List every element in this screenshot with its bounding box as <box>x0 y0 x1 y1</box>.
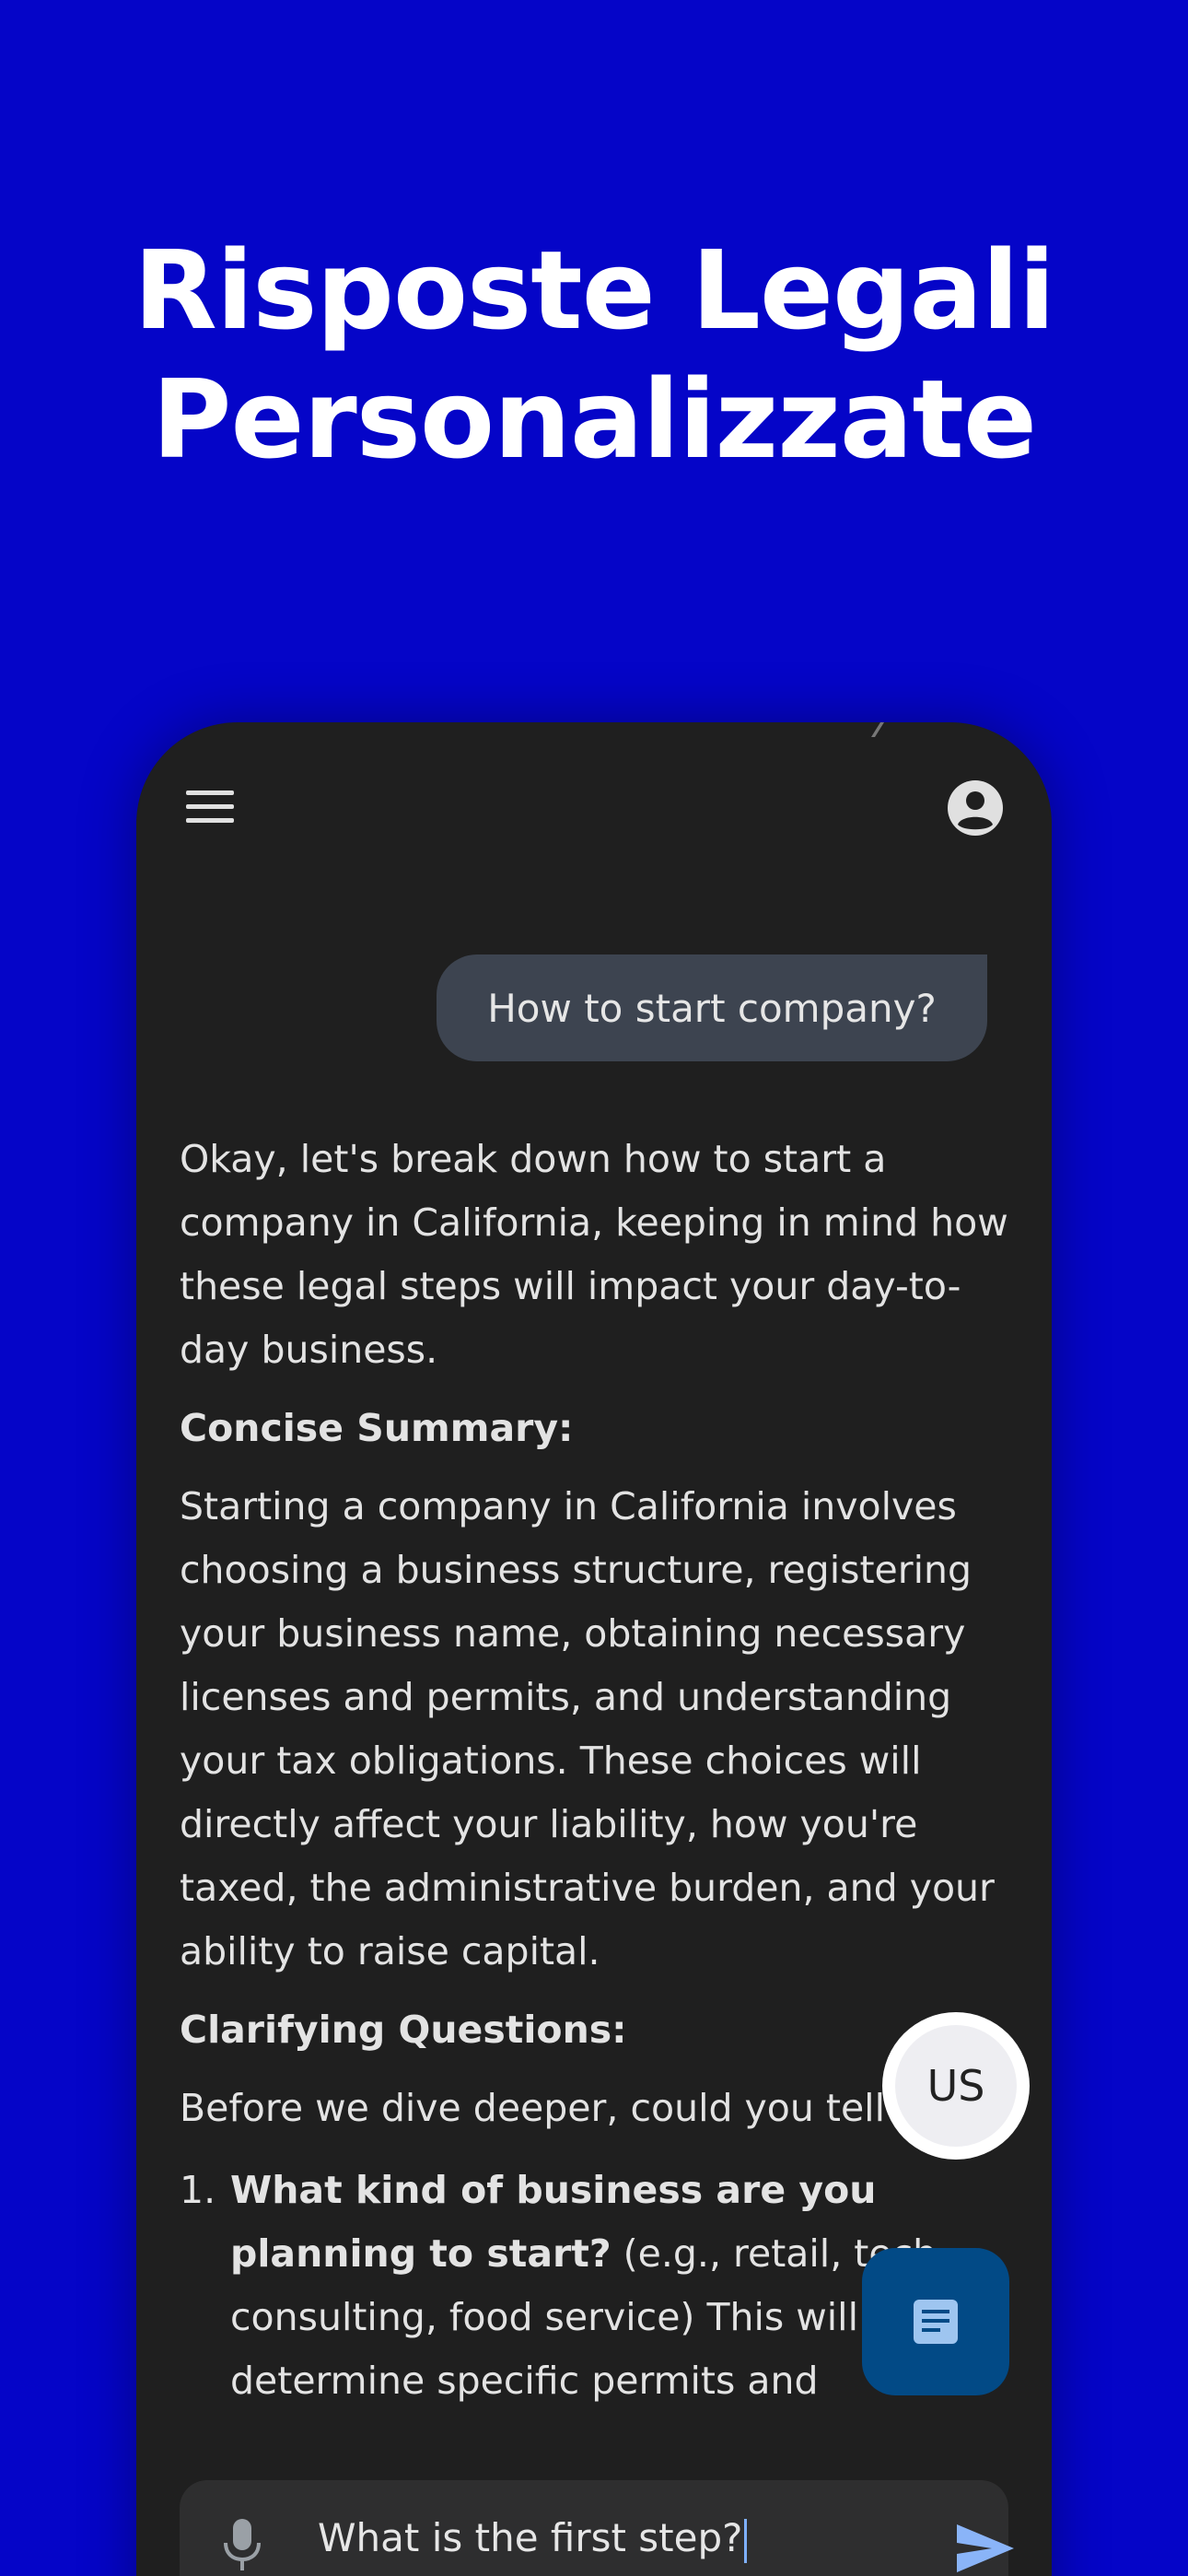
user-message-bubble: How to start company? <box>437 954 987 1061</box>
message-input-bar: What is the first step? <box>180 2480 1014 2576</box>
document-button[interactable] <box>862 2248 1009 2395</box>
menu-icon[interactable] <box>184 787 236 827</box>
summary-text: Starting a company in California involve… <box>180 1484 995 1973</box>
headline-line-1: Risposte Legali <box>133 227 1055 354</box>
mic-icon[interactable] <box>220 2517 264 2572</box>
message-input[interactable]: What is the first step? <box>318 2515 815 2563</box>
assistant-response: Okay, let's break down how to start a co… <box>180 1128 1008 2413</box>
text-caret <box>744 2518 748 2563</box>
send-icon[interactable] <box>955 2523 1016 2574</box>
headline: Risposte Legali Personalizzate <box>0 226 1188 484</box>
summary-heading: Concise Summary: <box>180 1406 574 1450</box>
account-circle-icon[interactable] <box>947 779 1004 837</box>
phone-screen: How to start company? Okay, let's break … <box>136 722 1052 2576</box>
message-input-value: What is the first step? <box>318 2515 743 2560</box>
user-message-text: How to start company? <box>487 985 937 1031</box>
clarify-heading: Clarifying Questions: <box>180 2008 627 2052</box>
language-label: US <box>895 2025 1017 2147</box>
response-intro: Okay, let's break down how to start a co… <box>180 1137 1008 1372</box>
language-button[interactable]: US <box>882 2012 1030 2160</box>
status-mark-icon <box>871 722 884 737</box>
document-icon <box>914 2300 958 2344</box>
headline-line-2: Personalizzate <box>152 356 1037 483</box>
question-number: 1. <box>180 2168 216 2212</box>
